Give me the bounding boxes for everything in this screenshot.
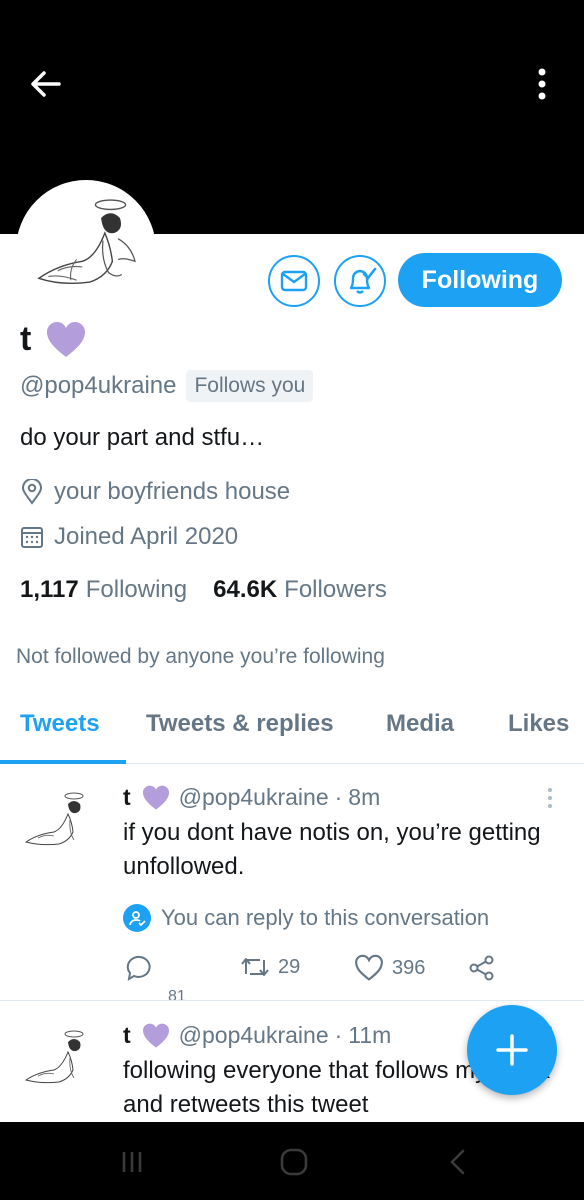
- system-navigation-bar: [0, 1122, 584, 1200]
- profile-handle: @pop4ukraine: [20, 372, 177, 399]
- profile-name-row: t: [20, 320, 87, 359]
- angel-sketch-image: [24, 792, 84, 846]
- tweet-divider: [0, 1000, 584, 1001]
- tweet-author-handle[interactable]: @pop4ukraine: [179, 784, 329, 811]
- tweet-separator: ·: [334, 784, 343, 810]
- recent-apps-button[interactable]: [112, 1146, 152, 1178]
- following-button[interactable]: Following: [398, 253, 562, 307]
- heart-outline-icon: [355, 954, 383, 981]
- followers-stat[interactable]: 64.6K Followers: [213, 576, 387, 604]
- tab-media[interactable]: Media: [386, 710, 454, 738]
- tweet-more-button[interactable]: [544, 786, 556, 810]
- joined-text: Joined April 2020: [54, 523, 239, 550]
- following-stat[interactable]: 1,117 Following: [20, 576, 187, 604]
- tweet-header: t @pop4ukraine · 11m: [123, 1022, 391, 1049]
- reply-count: 81: [168, 988, 186, 1000]
- tweet-author-name[interactable]: t: [123, 784, 131, 811]
- purple-heart-icon: [47, 321, 86, 357]
- share-icon: [469, 955, 494, 981]
- profile-avatar[interactable]: [16, 180, 156, 320]
- tab-likes[interactable]: Likes: [508, 710, 569, 738]
- tweet-author-handle[interactable]: @pop4ukraine: [179, 1022, 329, 1049]
- reply-note-text: You can reply to this conversation: [161, 905, 490, 930]
- profile-bio: do your part and stfu…: [20, 424, 265, 451]
- profile-location: your boyfriends house: [20, 478, 290, 506]
- retweet-count: 29: [278, 955, 301, 978]
- profile-stats: 1,117 Following 64.6K Followers: [20, 576, 387, 604]
- envelope-icon: [280, 270, 308, 292]
- reply-button[interactable]: [126, 954, 162, 982]
- vertical-dots-icon: [538, 68, 546, 100]
- location-pin-icon: [21, 479, 43, 505]
- chevron-left-icon: [450, 1149, 465, 1175]
- profile-handle-row: @pop4ukraine Follows you: [20, 370, 314, 402]
- followers-count: 64.6K: [213, 576, 278, 603]
- tab-tweets-replies[interactable]: Tweets & replies: [146, 710, 334, 738]
- message-button[interactable]: [268, 255, 320, 307]
- purple-heart-icon: [142, 785, 169, 810]
- tab-tweets[interactable]: Tweets: [20, 710, 100, 738]
- back-button[interactable]: [26, 64, 66, 104]
- arrow-left-icon: [31, 71, 61, 97]
- retweet-button[interactable]: 29: [240, 954, 300, 980]
- system-back-button[interactable]: [438, 1146, 478, 1178]
- tweet-separator: ·: [334, 1022, 343, 1048]
- location-text: your boyfriends house: [54, 478, 291, 505]
- retweet-icon: [241, 958, 269, 976]
- tweet-text: if you dont have notis on, you’re gettin…: [123, 819, 541, 880]
- profile-joined: Joined April 2020: [20, 523, 238, 551]
- tweet-header: t @pop4ukraine · 8m: [123, 784, 380, 811]
- tweet-author-name[interactable]: t: [123, 1022, 131, 1049]
- tweet-timestamp: 11m: [348, 1022, 392, 1048]
- tweet-avatar[interactable]: [18, 784, 98, 864]
- angel-sketch-image: [37, 199, 136, 285]
- profile-tabs: Tweets Tweets & replies Media Likes: [0, 700, 584, 764]
- home-icon: [280, 1148, 308, 1176]
- reply-bubble-icon: [126, 955, 151, 981]
- home-button[interactable]: [274, 1146, 314, 1178]
- bell-check-icon: [349, 267, 377, 294]
- recent-apps-icon: [122, 1152, 142, 1172]
- following-count: 1,117: [20, 576, 79, 603]
- angel-sketch-image: [24, 1030, 84, 1084]
- like-count: 396: [392, 956, 426, 979]
- following-label: Following: [85, 576, 188, 603]
- reply-permission-note: You can reply to this conversation: [123, 904, 489, 932]
- compose-tweet-button[interactable]: [467, 1005, 557, 1095]
- active-tab-indicator: [0, 760, 126, 764]
- share-button[interactable]: [468, 954, 504, 982]
- followers-label: Followers: [284, 576, 387, 603]
- person-check-icon: [123, 904, 151, 932]
- like-button[interactable]: 396: [354, 954, 425, 982]
- tweet-avatar[interactable]: [18, 1022, 98, 1102]
- vertical-dots-icon: [548, 788, 552, 808]
- mutual-followers-note: Not followed by anyone you’re following: [16, 645, 385, 668]
- notifications-button[interactable]: [334, 255, 386, 307]
- more-options-button[interactable]: [528, 64, 556, 104]
- plus-icon: [496, 1034, 528, 1066]
- profile-name: t: [20, 320, 32, 358]
- purple-heart-icon: [142, 1023, 169, 1048]
- tweet-timestamp: 8m: [348, 784, 381, 810]
- calendar-icon: [21, 527, 43, 548]
- follows-you-badge: Follows you: [186, 370, 314, 402]
